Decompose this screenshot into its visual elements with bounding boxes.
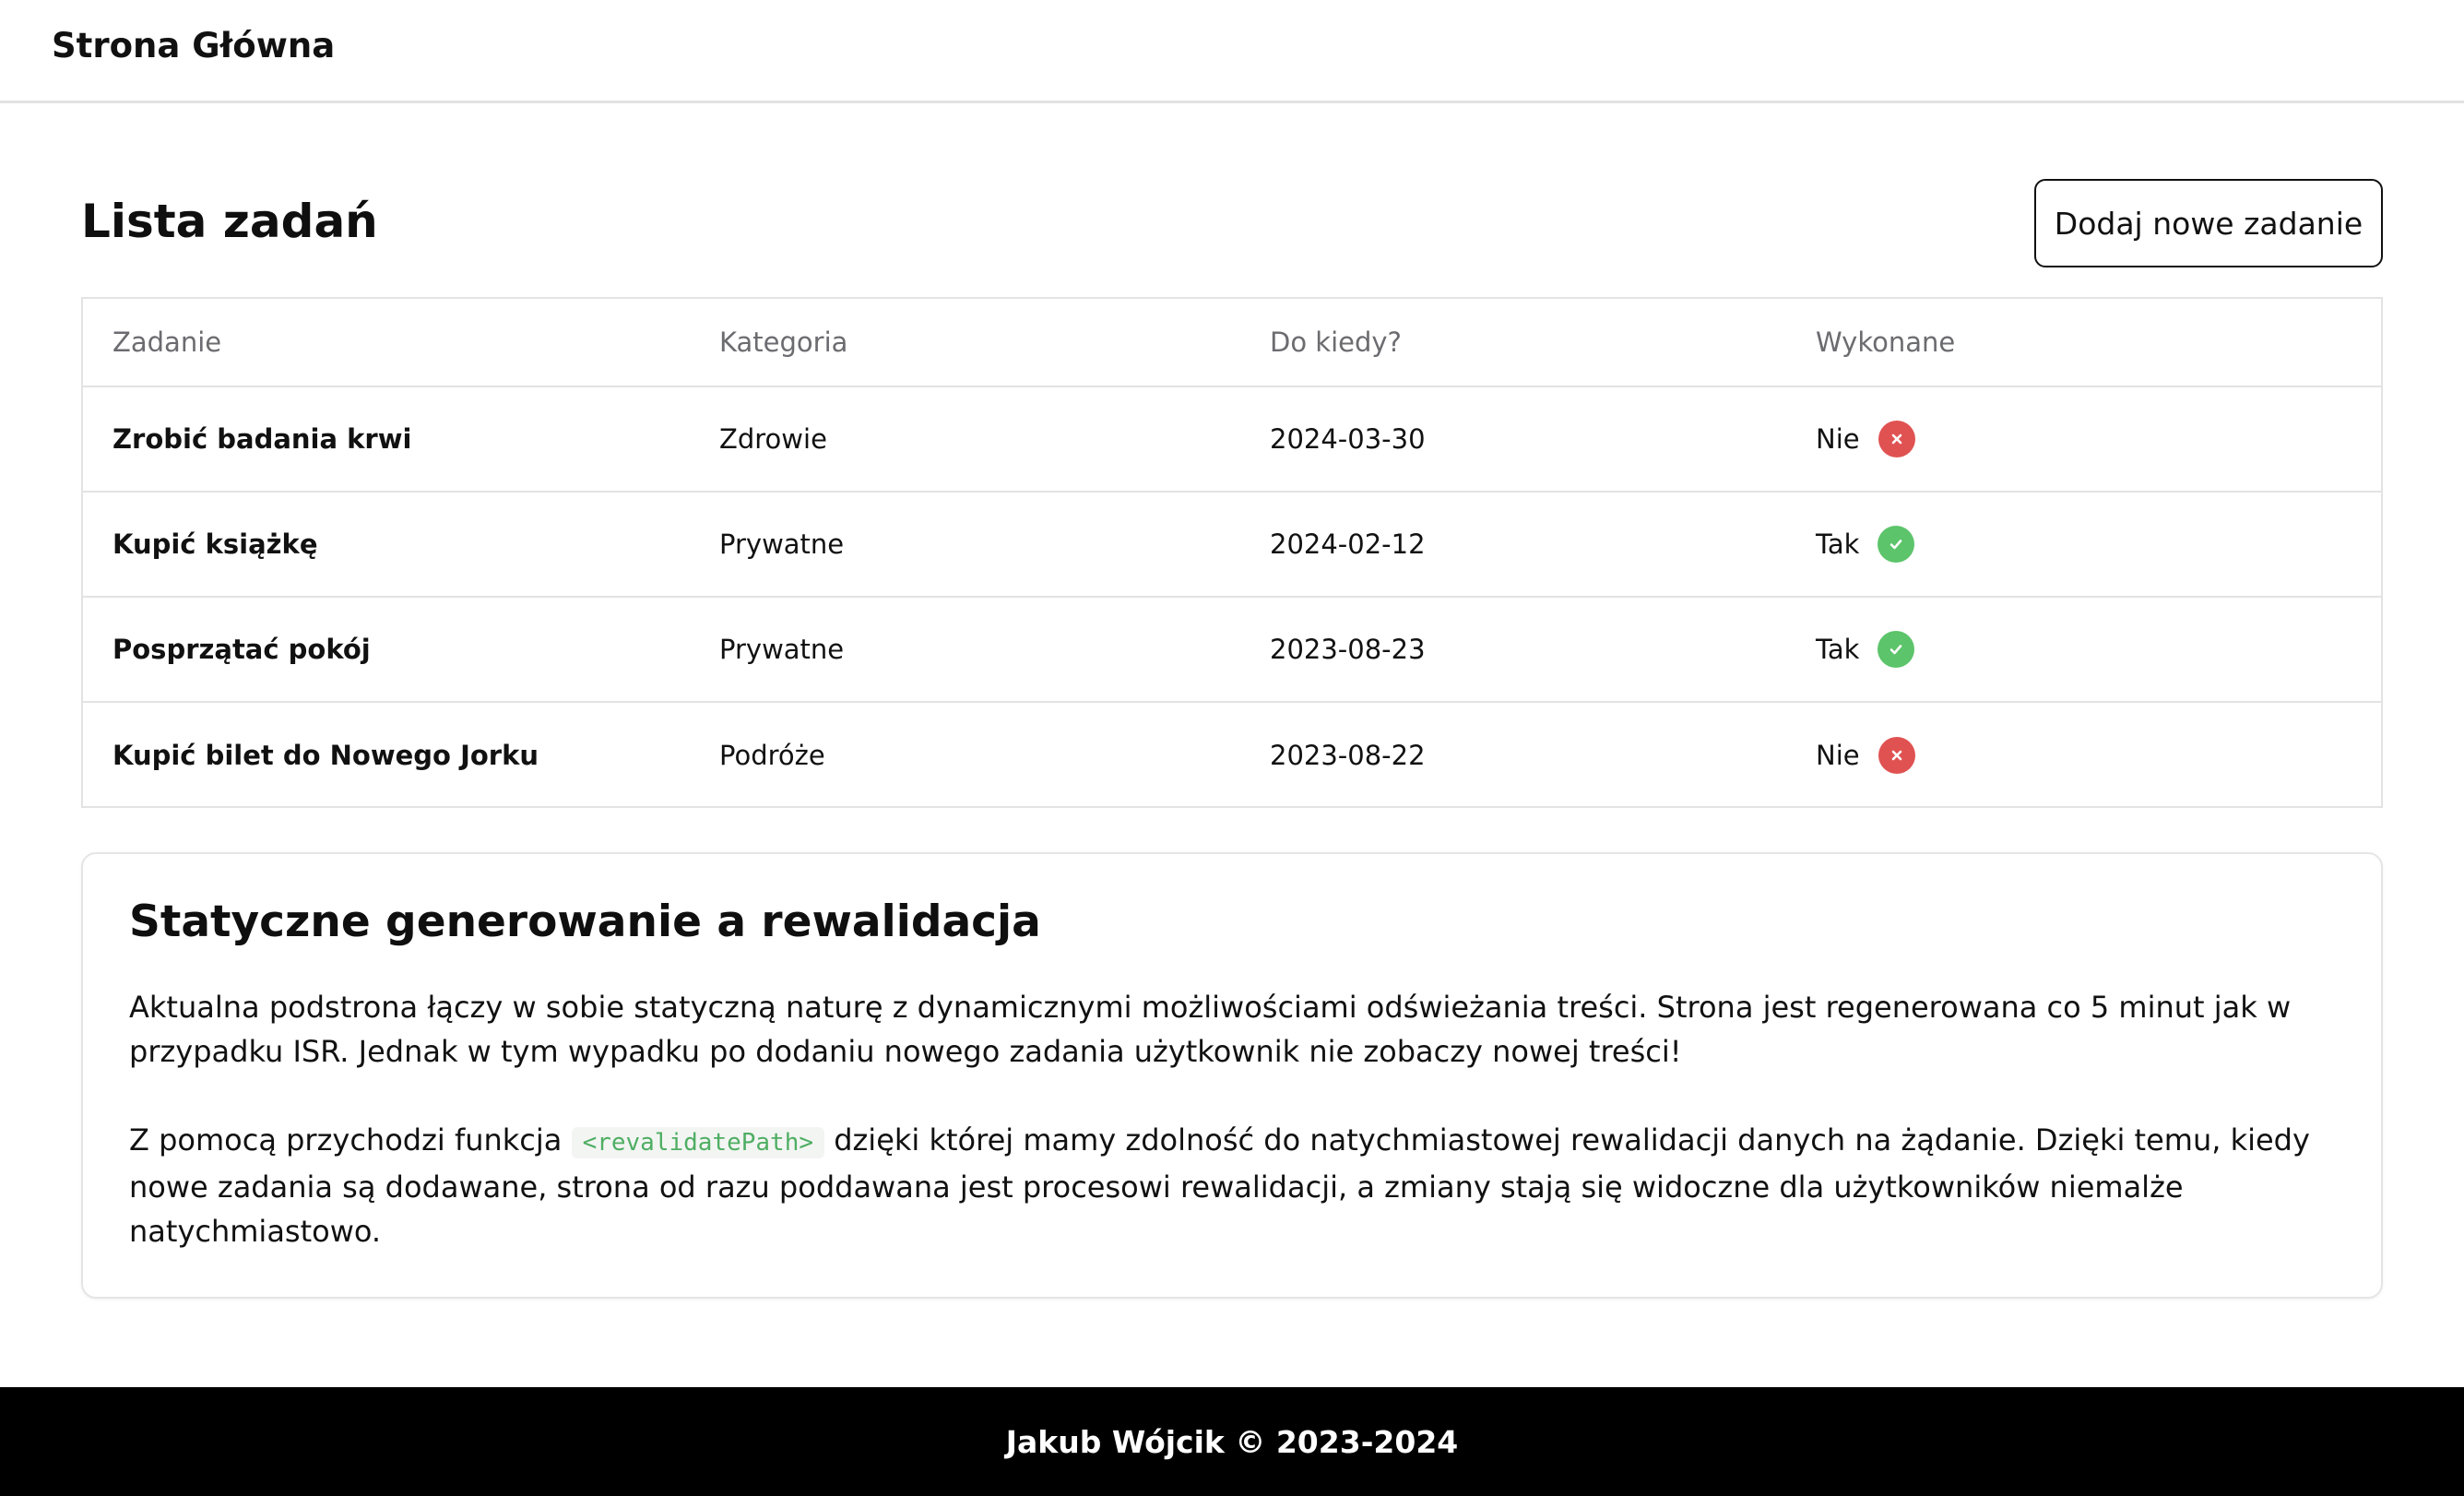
table-row: Kupić bilet do Nowego Jorku Podróże 2023… (83, 702, 2381, 807)
task-category: Prywatne (690, 597, 1240, 703)
tasks-table-container: Zadanie Kategoria Do kiedy? Wykonane Zro… (81, 297, 2383, 808)
x-circle-icon (1878, 736, 1915, 774)
footer: Jakub Wójcik © 2023-2024 (0, 1387, 2464, 1496)
task-status: Nie (1786, 702, 2381, 807)
task-deadline: 2023-08-23 (1240, 597, 1786, 703)
table-row: Posprzątać pokój Prywatne 2023-08-23 Tak (83, 597, 2381, 703)
column-header-category: Kategoria (690, 299, 1240, 387)
task-name: Kupić książkę (83, 492, 690, 598)
status-label: Tak (1816, 528, 1860, 560)
footer-copyright: Jakub Wójcik © 2023-2024 (1005, 1423, 1459, 1460)
status-label: Nie (1816, 739, 1860, 771)
home-link[interactable]: Strona Główna (52, 24, 335, 68)
task-deadline: 2023-08-22 (1270, 739, 1426, 771)
task-name: Zrobić badania krwi (83, 386, 690, 493)
status-label: Tak (1816, 634, 1860, 665)
info-paragraph: Aktualna podstrona łączy w sobie statycz… (129, 990, 2292, 1069)
status: Nie (1816, 736, 1915, 774)
info-paragraph: Z pomocą przychodzi funkcja <revalidateP… (129, 1118, 2337, 1253)
page-title: Lista zadań (81, 195, 378, 248)
info-title: Statyczne generowanie a rewalidacja (129, 896, 1041, 947)
status: Nie (1816, 421, 1915, 457)
task-status: Tak (1786, 492, 2381, 598)
status-label: Nie (1816, 423, 1860, 455)
top-navbar: Strona Główna (0, 0, 2464, 103)
table-header-row: Zadanie Kategoria Do kiedy? Wykonane (83, 299, 2381, 387)
task-name: Posprzątać pokój (83, 597, 690, 703)
check-circle-icon (1878, 526, 1915, 563)
page: Strona Główna Lista zadań Dodaj nowe zad… (0, 0, 2464, 1496)
info-card: Statyczne generowanie a rewalidacja Aktu… (81, 852, 2383, 1299)
task-status: Nie (1786, 386, 2381, 493)
table-row: Zrobić badania krwi Zdrowie 2024-03-30 N… (83, 386, 2381, 493)
table-row: Kupić książkę Prywatne 2024-02-12 Tak (83, 492, 2381, 598)
status: Tak (1816, 631, 1915, 668)
task-deadline: 2024-02-12 (1240, 492, 1786, 598)
task-category: Prywatne (690, 492, 1240, 598)
x-circle-icon (1878, 421, 1915, 457)
task-name: Kupić bilet do Nowego Jorku (113, 739, 539, 771)
column-header-task: Zadanie (83, 299, 690, 387)
task-status: Tak (1786, 597, 2381, 703)
add-task-button[interactable]: Dodaj nowe zadanie (2034, 179, 2383, 267)
task-deadline: 2024-03-30 (1240, 386, 1786, 493)
status: Tak (1816, 526, 1915, 563)
tasks-table: Zadanie Kategoria Do kiedy? Wykonane Zro… (83, 299, 2381, 807)
task-category: Podróże (719, 739, 825, 771)
task-category: Zdrowie (690, 386, 1240, 493)
column-header-deadline: Do kiedy? (1240, 299, 1786, 387)
info-text: Z pomocą przychodzi funkcja (129, 1122, 572, 1158)
inline-code: <revalidatePath> (571, 1127, 825, 1158)
check-circle-icon (1878, 631, 1915, 668)
column-header-done: Wykonane (1786, 299, 2381, 387)
